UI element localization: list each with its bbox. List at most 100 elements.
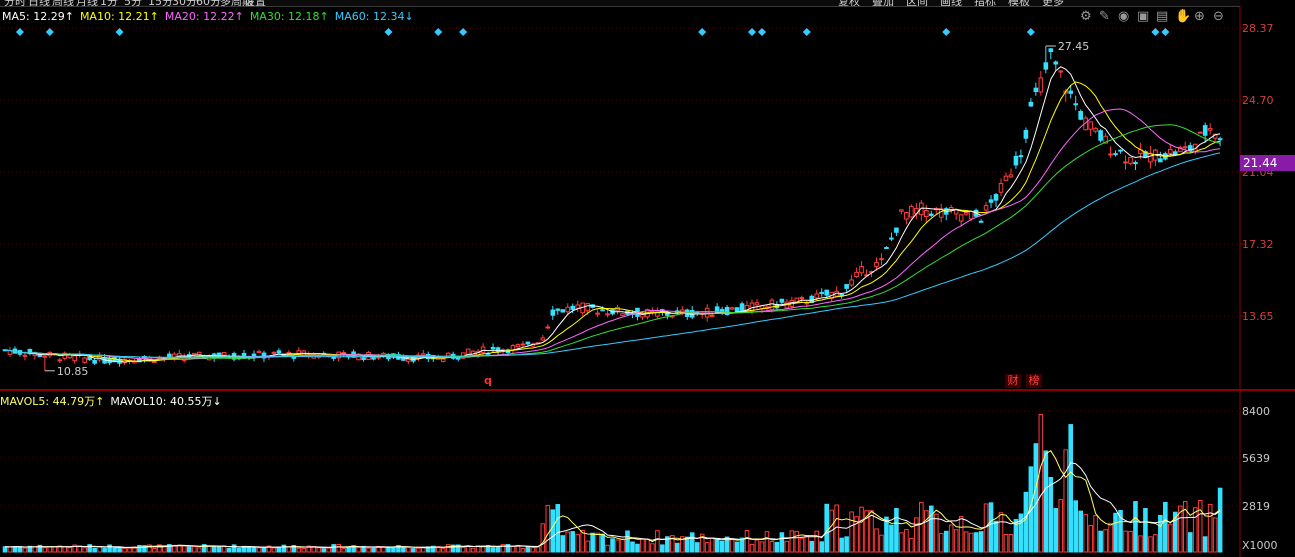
ma-legend-item: MA20: 12.22↑ [164,10,244,23]
volume-bar [191,546,197,553]
volume-bar [759,541,765,553]
candle-body [57,359,63,362]
candle-body [1048,48,1054,53]
volume-bar [879,534,884,553]
volume-bar [231,544,237,553]
volume-bar [102,548,107,553]
volume-bar [675,542,680,553]
candle-body [72,355,78,362]
volume-bar [112,547,117,553]
volume-bar [1133,501,1138,553]
ma-legend-item: MA5: 12.29↑ [2,10,74,23]
candle-body [958,214,964,222]
candle-body [92,359,97,364]
volume-bar [341,548,346,553]
candle-body [256,350,262,354]
volume-bar [650,543,655,553]
price-tick-label: 24.70 [1242,94,1274,107]
volume-bar [943,530,949,553]
volume-bar [719,540,725,553]
candle-body [276,350,282,354]
volume-bar [570,531,576,553]
volume-bar [590,532,595,553]
candle-body [899,209,904,212]
volume-bar [869,510,874,553]
candle-body [7,350,13,355]
candle-body [968,210,974,220]
volume-bar [1192,507,1198,553]
hand-icon[interactable]: ✋ [1175,9,1191,25]
volume-bar [729,539,735,553]
marker-q[interactable]: q [484,374,492,387]
candle-body [421,353,426,356]
candle-body [779,298,785,303]
ma-legend: MA5: 12.29↑ MA10: 12.21↑ MA20: 12.22↑ MA30:… [2,10,420,23]
candle-body [152,360,157,363]
candle-body [904,211,909,220]
candle-body [804,302,810,305]
candle-body [525,341,531,345]
eye-icon[interactable]: ◉ [1118,9,1129,25]
volume-bar [580,530,585,553]
settings-icon[interactable]: ⚙ [1080,9,1092,25]
volume-bar [411,548,416,553]
volume-bar [769,541,775,553]
volume-bar [107,544,112,553]
volume-bar [470,547,476,553]
candle-body [520,343,526,346]
zoom-in-icon[interactable]: ⊕ [1194,9,1205,25]
volume-bar [525,546,531,553]
candle-body [854,271,859,277]
volume-bar [82,547,87,553]
volume-bar [1113,512,1118,553]
zoom-out-icon[interactable]: ⊖ [1213,9,1224,25]
volume-bars [2,413,1223,553]
delete-icon[interactable]: ▤ [1156,9,1168,25]
ma-legend-item: MA10: 12.21↑ [79,10,159,23]
candle-body [650,310,655,313]
volume-bar [734,541,740,553]
candle-body [769,299,775,311]
lock-icon[interactable]: ▣ [1137,9,1149,25]
volume-bar [1083,513,1088,553]
candle-body [814,293,820,299]
candle-body [1123,161,1128,164]
volume-bar [67,547,73,553]
volume-bar [714,539,720,553]
volume-axis: 8400 5639 2819 X1000 [1242,405,1278,552]
volume-bar [794,530,800,553]
volume-bar [42,547,48,553]
volume-bar [849,511,854,553]
candle-body [361,357,366,361]
candle-body [480,346,486,353]
volume-bar [625,530,630,553]
candle-body [221,351,227,356]
candle-body [734,307,740,312]
candle-body [819,291,825,294]
volume-bar [331,544,336,553]
signal-markers [15,28,1170,36]
volume-bar [550,509,556,553]
volume-bar [1033,443,1039,553]
candle-body [824,289,830,296]
kline-chart[interactable]: 28.3724.7021.0417.3213.65 840056392819X1… [0,0,1295,557]
candle-body [1098,130,1103,141]
draw-line-icon[interactable]: ✎ [1099,9,1110,25]
candle-body [1073,103,1079,106]
candle-body [1043,62,1049,70]
volume-bar [226,548,232,553]
candle-body [1033,87,1039,93]
volume-bar [1023,491,1029,553]
volume-bar [406,546,411,553]
candle-body [1013,155,1019,166]
candle-body [993,194,999,201]
marker-financial[interactable]: 财 [1005,374,1021,388]
volume-bar [645,538,650,553]
volume-legend-item: MAVOL5: 44.79万↑ [0,395,105,408]
marker-ranking[interactable]: 榜 [1026,374,1042,388]
volume-bar [261,546,267,553]
signal-diamond [942,28,951,36]
volume-bar [62,546,68,553]
volume-bar [630,541,635,553]
candle-body [620,313,625,316]
